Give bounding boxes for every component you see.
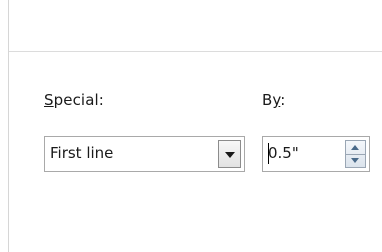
- special-dropdown[interactable]: First line: [44, 136, 245, 172]
- spin-down-arrow-icon: [351, 158, 359, 163]
- by-label: By:: [262, 91, 285, 109]
- special-dropdown-button[interactable]: [218, 140, 241, 168]
- paragraph-dialog-panel: [8, 0, 382, 252]
- by-value-input[interactable]: 0.5": [268, 144, 299, 162]
- special-accesskey: S: [44, 91, 54, 109]
- section-divider: [9, 51, 382, 52]
- by-spin-buttons: [345, 140, 366, 168]
- chevron-down-icon: [225, 152, 235, 158]
- by-spinner[interactable]: 0.5": [262, 136, 370, 172]
- spin-down-button[interactable]: [346, 154, 365, 167]
- by-label-text: B: [262, 91, 273, 109]
- special-label-text: pecial:: [53, 91, 104, 109]
- by-label-colon: :: [280, 91, 286, 109]
- spin-up-button[interactable]: [346, 141, 365, 155]
- special-selected-value: First line: [50, 144, 114, 162]
- special-label: Special:: [44, 91, 104, 109]
- spin-up-arrow-icon: [351, 145, 359, 150]
